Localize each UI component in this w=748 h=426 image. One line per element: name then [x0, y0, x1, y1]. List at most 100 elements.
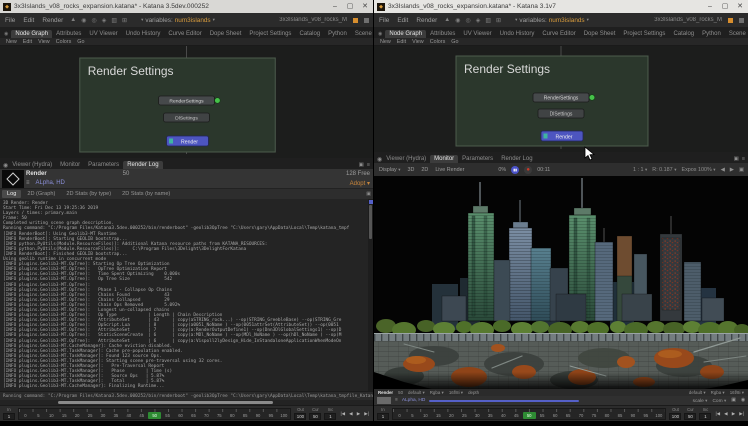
- tab-catalog[interactable]: Catalog: [295, 30, 324, 38]
- tab-curve-editor[interactable]: Curve Editor: [164, 30, 205, 38]
- render-pass-name[interactable]: ALpha, HD: [36, 180, 65, 186]
- ruler-tick[interactable]: 20: [445, 412, 458, 419]
- timeline-current-field[interactable]: Cur 50: [309, 407, 321, 420]
- scroll-pin-icon[interactable]: [369, 200, 373, 204]
- ruler-tick[interactable]: 40: [122, 412, 135, 419]
- play-forward-button[interactable]: ▶: [356, 411, 362, 417]
- nodegraph-menu-item[interactable]: Colors: [56, 39, 72, 45]
- ruler-tick[interactable]: 95: [639, 412, 652, 419]
- play-forward-button[interactable]: ▶: [731, 411, 737, 417]
- snapshot-icon[interactable]: ▣: [739, 167, 744, 173]
- scrollbar-handle[interactable]: [58, 401, 273, 404]
- variables-control[interactable]: ▾ variables: num3islands ▾: [141, 17, 215, 24]
- ruler-tick[interactable]: 15: [58, 412, 71, 419]
- ruler-tick[interactable]: 20: [71, 412, 84, 419]
- catalog-thumbnail[interactable]: [377, 397, 391, 404]
- step-back-button[interactable]: |◀: [714, 411, 721, 417]
- timeline-inc-field[interactable]: Inc 1: [324, 407, 336, 420]
- pause-render-button[interactable]: ▮▮: [511, 166, 519, 174]
- mode-2d-button[interactable]: 2D: [420, 167, 429, 173]
- ruler-tick[interactable]: 85: [613, 412, 626, 419]
- ruler-tick[interactable]: 5: [32, 412, 45, 419]
- minimize-button[interactable]: –: [704, 2, 716, 12]
- frame-ruler[interactable]: 0510152025303540455055606570758085909510…: [18, 408, 291, 420]
- log-horizontal-scrollbar[interactable]: [0, 400, 373, 405]
- timeline-inc-field[interactable]: Inc 1: [699, 407, 711, 420]
- tab-monitor[interactable]: Monitor: [56, 161, 84, 169]
- options-icon[interactable]: ◉: [741, 398, 745, 404]
- frame-ruler[interactable]: 0510152025303540455055606570758085909510…: [392, 408, 666, 420]
- bitdepth-select[interactable]: 16f/8i ▾: [449, 390, 463, 396]
- ruler-tick[interactable]: 35: [109, 412, 122, 419]
- channel-select-b[interactable]: Rgba ▾: [711, 390, 725, 396]
- play-back-button[interactable]: ◀: [348, 411, 354, 417]
- channel-select[interactable]: Rgba ▾: [430, 390, 444, 396]
- tab-uv-viewer[interactable]: UV Viewer: [459, 30, 495, 38]
- step-forward-button[interactable]: ▶|: [363, 411, 370, 417]
- ruler-tick[interactable]: 60: [174, 412, 187, 419]
- tab-render-log[interactable]: Render Log: [123, 161, 162, 169]
- bitdepth-select-b[interactable]: 16f/8i ▾: [730, 390, 744, 396]
- nodegraph-menu-item[interactable]: Go: [77, 39, 84, 45]
- node-enabled-led[interactable]: [589, 95, 595, 101]
- lut-select[interactable]: default ▾: [408, 390, 425, 396]
- tab-monitor[interactable]: Monitor: [430, 155, 458, 163]
- ruler-tick[interactable]: 100: [652, 412, 665, 419]
- ruler-tick[interactable]: 65: [562, 412, 575, 419]
- catalog-entry-row[interactable]: ≡ ALpha, HD scale ▾ Com ▾ ▣ ◉: [374, 396, 748, 405]
- tab-python[interactable]: Python: [698, 30, 725, 38]
- ruler-tick[interactable]: 55: [161, 412, 174, 419]
- tab-catalog[interactable]: Catalog: [669, 30, 698, 38]
- tab-undo-history[interactable]: Undo History: [122, 30, 165, 38]
- toolbar-icon[interactable]: ◉: [455, 17, 460, 24]
- ruler-tick[interactable]: 15: [432, 412, 445, 419]
- log-vertical-scrollbar[interactable]: [368, 199, 373, 391]
- ruler-tick[interactable]: 100: [277, 412, 290, 419]
- ruler-tick[interactable]: 45: [135, 412, 148, 419]
- ruler-tick[interactable]: 55: [536, 412, 549, 419]
- ruler-tick[interactable]: 60: [549, 412, 562, 419]
- log-tab-2d-stats-name[interactable]: 2D Stats (by name): [117, 190, 175, 198]
- ruler-tick[interactable]: 75: [588, 412, 601, 419]
- toolbar-icon[interactable]: ◉: [81, 17, 86, 24]
- tab-render-log[interactable]: Render Log: [497, 155, 536, 163]
- monitor-image[interactable]: [374, 176, 748, 389]
- ruler-tick[interactable]: 35: [484, 412, 497, 419]
- ruler-tick[interactable]: 30: [97, 412, 110, 419]
- ruler-tick[interactable]: 85: [239, 412, 252, 419]
- tab-python[interactable]: Python: [324, 30, 351, 38]
- ruler-tick[interactable]: 40: [497, 412, 510, 419]
- tab-dope-sheet[interactable]: Dope Sheet: [206, 30, 246, 38]
- menu-file[interactable]: File: [4, 17, 16, 24]
- timeline-in-field[interactable]: In 1: [377, 407, 389, 420]
- toolbar-icon[interactable]: ⊞: [122, 17, 127, 24]
- close-button[interactable]: ✕: [359, 2, 371, 12]
- ruler-tick[interactable]: 90: [252, 412, 265, 419]
- hamburger-icon[interactable]: ≡: [26, 180, 30, 186]
- variables-control[interactable]: ▾ variables: num3islands ▾: [515, 17, 589, 24]
- zoom-level[interactable]: 1 : 1 ▾: [633, 167, 647, 173]
- toolbar-icon[interactable]: ◈: [102, 17, 107, 24]
- timeline-in-field[interactable]: In 1: [3, 407, 15, 420]
- tab-parameters[interactable]: Parameters: [84, 161, 123, 169]
- minimize-button[interactable]: –: [329, 2, 341, 12]
- menu-edit[interactable]: Edit: [22, 17, 35, 24]
- tab-viewer-hydra[interactable]: Viewer (Hydra): [8, 161, 56, 169]
- play-back-button[interactable]: ◀: [723, 411, 729, 417]
- tab-curve-editor[interactable]: Curve Editor: [538, 30, 579, 38]
- ruler-tick[interactable]: 70: [575, 412, 588, 419]
- live-render-button[interactable]: Live Render: [434, 167, 465, 173]
- stop-render-button[interactable]: ●: [524, 166, 532, 174]
- panel-menu-icon[interactable]: ◉: [3, 31, 11, 38]
- maximize-button[interactable]: ▢: [719, 2, 731, 12]
- front-buffer-icon[interactable]: ▶: [730, 167, 734, 173]
- variables-value[interactable]: num3islands: [175, 17, 211, 24]
- log-tab-2d-stats-type[interactable]: 2D Stats (by type): [61, 190, 116, 198]
- tab-node-graph[interactable]: Node Graph: [11, 30, 52, 38]
- toolbar-icon[interactable]: ▥: [111, 17, 117, 24]
- current-frame-tick[interactable]: 50: [523, 412, 536, 419]
- ruler-tick[interactable]: 10: [45, 412, 58, 419]
- pane-split-icon[interactable]: ▣: [734, 156, 739, 162]
- nodegraph-menu-item[interactable]: Edit: [397, 39, 406, 45]
- ruler-tick[interactable]: 65: [187, 412, 200, 419]
